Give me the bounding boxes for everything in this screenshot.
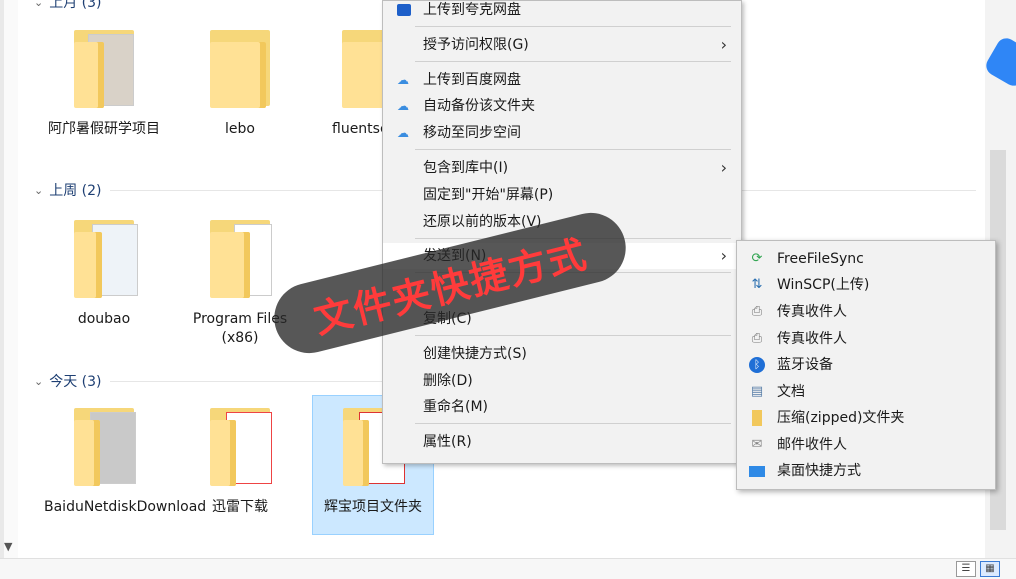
details-view-icon[interactable]: ☰	[956, 561, 976, 577]
send-to-documents[interactable]: ▤ 文档	[737, 379, 993, 405]
menu-item-upload-baidu[interactable]: ☁ 上传到百度网盘	[383, 67, 739, 93]
menu-item-move-sync[interactable]: ☁ 移动至同步空间	[383, 120, 739, 146]
folder-icon	[68, 24, 140, 110]
large-icons-view-icon[interactable]: ▦	[980, 561, 1000, 577]
chevron-down-icon: ⌄	[34, 374, 44, 388]
fax-icon: ⎙	[751, 304, 763, 319]
folder-icon	[68, 214, 140, 300]
menu-separator	[415, 149, 731, 150]
send-to-winscp[interactable]: ⇅ WinSCP(上传)	[737, 272, 993, 298]
folder-label: 阿邝暑假研学项目	[48, 121, 160, 137]
quark-icon	[397, 4, 411, 16]
folder-item[interactable]: lebo	[180, 24, 300, 139]
group-header-today[interactable]: ⌄ 今天 (3)	[34, 371, 102, 391]
folder-item[interactable]: fluentsc	[314, 24, 382, 139]
chevron-down-icon: ⌄	[34, 183, 44, 197]
menu-separator	[415, 423, 731, 424]
chevron-right-icon: ›	[720, 35, 727, 54]
menu-item-pin-start[interactable]: 固定到"开始"屏幕(P)	[383, 182, 739, 208]
menu-separator	[415, 26, 731, 27]
send-to-bluetooth[interactable]: ᛒ 蓝牙设备	[737, 352, 993, 378]
fax-icon: ⎙	[751, 331, 763, 346]
folder-icon	[204, 24, 276, 110]
menu-item-grant-access[interactable]: 授予访问权限(G) ›	[383, 32, 739, 58]
left-scrollbar[interactable]	[4, 0, 18, 560]
zip-folder-icon	[752, 410, 762, 426]
folder-icon	[336, 24, 382, 110]
send-to-fax-1[interactable]: ⎙ 传真收件人	[737, 299, 993, 325]
bluetooth-icon: ᛒ	[749, 357, 765, 373]
menu-item-delete[interactable]: 删除(D)	[383, 368, 739, 394]
folder-label: 辉宝项目文件夹	[324, 499, 422, 515]
send-to-mail[interactable]: ✉ 邮件收件人	[737, 432, 993, 458]
baidu-cloud-icon: ☁	[397, 99, 409, 113]
folder-label: doubao	[77, 311, 131, 327]
send-to-submenu: ⟳ FreeFileSync ⇅ WinSCP(上传) ⎙ 传真收件人 ⎙ 传真…	[736, 240, 996, 490]
folder-item[interactable]: BaiduNetdiskDownload	[44, 402, 207, 517]
chevron-down-icon: ⌄	[34, 0, 44, 9]
menu-item-auto-backup[interactable]: ☁ 自动备份该文件夹	[383, 93, 739, 119]
folder-item[interactable]: 阿邝暑假研学项目	[44, 24, 164, 139]
baidu-cloud-icon: ☁	[397, 73, 409, 87]
send-to-freefilesync[interactable]: ⟳ FreeFileSync	[737, 246, 993, 272]
menu-item-properties[interactable]: 属性(R)	[383, 429, 739, 455]
menu-separator	[415, 335, 731, 336]
mail-icon: ✉	[751, 437, 763, 452]
baidu-cloud-icon: ☁	[397, 126, 409, 140]
send-to-zip[interactable]: 压缩(zipped)文件夹	[737, 405, 993, 431]
chevron-right-icon: ›	[720, 246, 727, 265]
folder-label: BaiduNetdiskDownload	[44, 499, 207, 515]
folder-icon	[68, 402, 140, 488]
winscp-icon: ⇅	[751, 277, 763, 292]
group-header-last-week[interactable]: ⌄ 上周 (2)	[34, 180, 102, 200]
folder-label: fluentsc	[332, 121, 382, 137]
group-header-last-month[interactable]: ⌄ 上月 (3)	[34, 0, 102, 12]
folder-label: 迅雷下载	[212, 499, 268, 515]
send-to-desktop[interactable]: 桌面快捷方式	[737, 458, 993, 484]
desktop-icon	[749, 466, 765, 477]
folder-item[interactable]: 迅雷下载	[180, 402, 300, 517]
chevron-right-icon: ›	[720, 158, 727, 177]
folder-icon	[204, 214, 276, 300]
freefilesync-icon: ⟳	[751, 251, 763, 266]
menu-item-include-library[interactable]: 包含到库中(I) ›	[383, 155, 739, 181]
folder-icon	[204, 402, 276, 488]
folder-item[interactable]: doubao	[44, 214, 164, 329]
menu-item-create-shortcut[interactable]: 创建快捷方式(S)	[383, 341, 739, 367]
menu-item-rename[interactable]: 重命名(M)	[383, 394, 739, 420]
send-to-fax-2[interactable]: ⎙ 传真收件人	[737, 326, 993, 352]
status-bar	[0, 558, 1016, 579]
menu-separator	[415, 61, 731, 62]
menu-item-upload-quark[interactable]: 上传到夸克网盘	[383, 0, 739, 23]
scroll-down-arrow-icon[interactable]: ▼	[4, 540, 12, 553]
folder-label: lebo	[225, 121, 255, 137]
documents-icon: ▤	[750, 384, 764, 399]
